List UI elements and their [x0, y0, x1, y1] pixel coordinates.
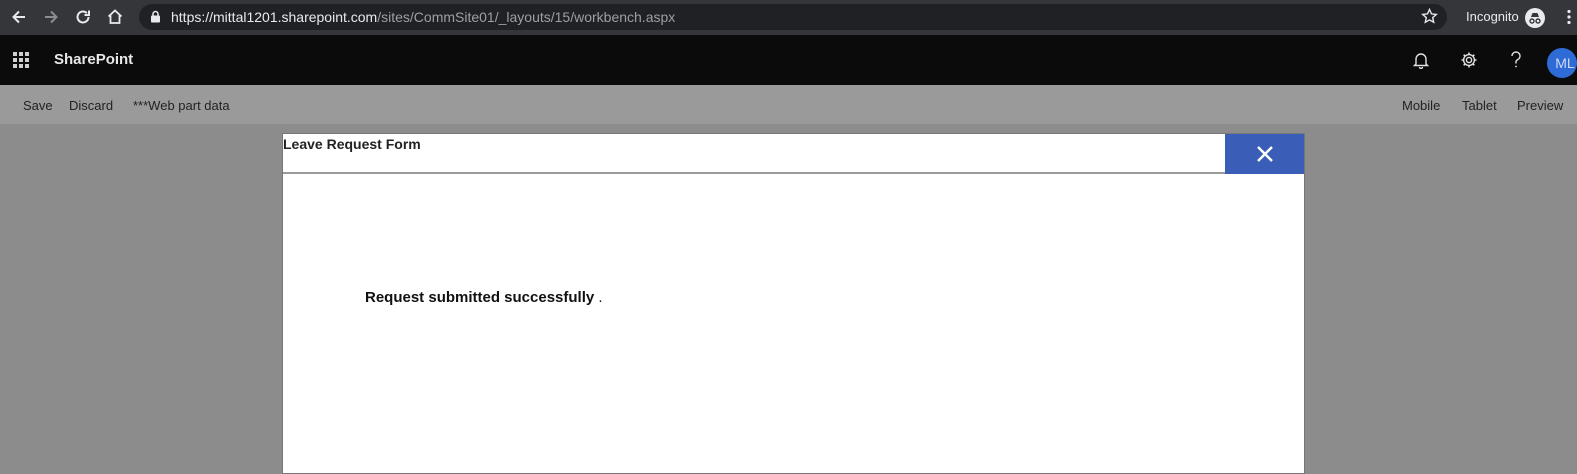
sharepoint-brand[interactable]: SharePoint [54, 51, 133, 68]
url-host: https://mittal1201.sharepoint.com [171, 9, 378, 25]
help-question-icon[interactable] [1506, 50, 1526, 70]
suite-bar: SharePoint ML [0, 35, 1577, 85]
success-message-suffix: . [598, 289, 603, 306]
leave-request-dialog: Leave Request Form Request submitted suc… [282, 133, 1305, 474]
forward-icon[interactable] [41, 7, 61, 27]
workbench-command-bar: Save Discard ***Web part data Mobile Tab… [0, 85, 1577, 125]
url-path: /sites/CommSite01/_layouts/15/workbench.… [377, 9, 676, 25]
app-launcher-icon[interactable] [13, 52, 29, 68]
lock-icon [150, 10, 161, 28]
reload-icon[interactable] [73, 7, 93, 27]
discard-button[interactable]: Discard [69, 98, 113, 113]
dialog-title: Leave Request Form [283, 136, 421, 152]
close-icon [1256, 146, 1273, 162]
success-message: Request submitted successfully . [365, 289, 603, 306]
user-avatar[interactable]: ML [1547, 48, 1577, 78]
close-button[interactable] [1225, 134, 1304, 174]
settings-gear-icon[interactable] [1459, 50, 1479, 70]
url-text: https://mittal1201.sharepoint.com/sites/… [171, 9, 675, 25]
success-message-text: Request submitted successfully [365, 289, 595, 306]
browser-toolbar: https://mittal1201.sharepoint.com/sites/… [0, 0, 1577, 35]
notifications-bell-icon[interactable] [1411, 50, 1431, 70]
home-icon[interactable] [105, 7, 125, 27]
mobile-preview-button[interactable]: Mobile [1402, 98, 1440, 113]
bookmark-star-icon[interactable] [1421, 7, 1438, 30]
web-part-data-button[interactable]: ***Web part data [133, 98, 230, 113]
preview-button[interactable]: Preview [1517, 98, 1563, 113]
tablet-preview-button[interactable]: Tablet [1462, 98, 1497, 113]
browser-menu-icon[interactable] [1566, 9, 1572, 30]
save-button[interactable]: Save [23, 98, 53, 113]
back-icon[interactable] [9, 7, 29, 27]
address-bar[interactable]: https://mittal1201.sharepoint.com/sites/… [139, 4, 1447, 30]
incognito-icon[interactable] [1524, 7, 1546, 34]
incognito-label: Incognito [1466, 9, 1519, 24]
dialog-header: Leave Request Form [283, 134, 1304, 174]
